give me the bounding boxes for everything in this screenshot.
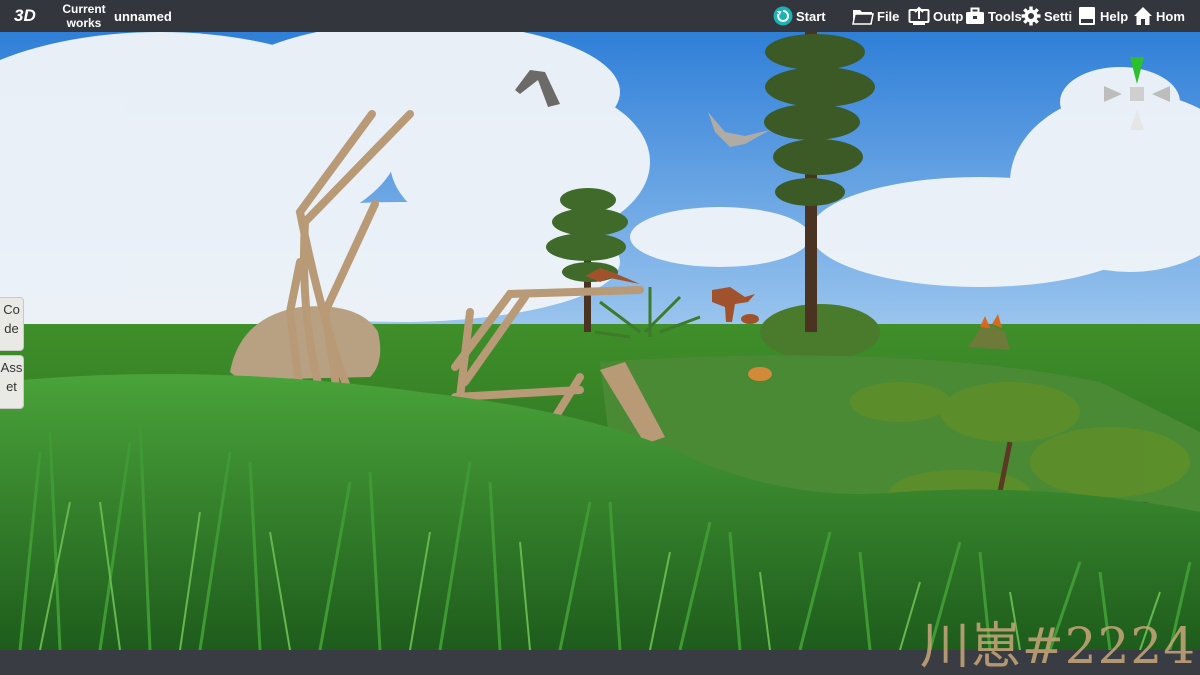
- start-button[interactable]: Start: [773, 4, 826, 28]
- book-icon: [1079, 7, 1095, 25]
- mode-label[interactable]: 3D: [14, 6, 36, 26]
- help-menu[interactable]: Help: [1077, 4, 1128, 28]
- file-menu[interactable]: File: [852, 4, 899, 28]
- gear-icon: [1021, 6, 1041, 26]
- tools-menu[interactable]: Tools: [965, 4, 1022, 28]
- 3d-viewport[interactable]: [0, 32, 1200, 650]
- watermark-text: 川崽#2224: [919, 617, 1196, 675]
- start-label: Start: [796, 8, 826, 24]
- settings-menu[interactable]: Setti: [1021, 4, 1072, 28]
- project-name[interactable]: unnamed: [114, 9, 172, 24]
- asset-tab[interactable]: Asset: [0, 355, 24, 409]
- home-label: Hom: [1156, 8, 1185, 24]
- file-label: File: [877, 8, 900, 24]
- current-works-label: Current works: [62, 2, 106, 30]
- code-tab[interactable]: Code: [0, 297, 24, 351]
- output-label: Outp: [933, 8, 964, 24]
- export-icon: [908, 6, 930, 25]
- home-menu[interactable]: Hom: [1133, 4, 1185, 28]
- output-menu[interactable]: Outp: [908, 4, 963, 28]
- settings-label: Setti: [1044, 8, 1073, 24]
- folder-icon: [852, 10, 874, 25]
- top-toolbar: 3D Current works unnamed Start File Outp: [0, 0, 1200, 32]
- toolbox-icon: [966, 7, 984, 24]
- home-icon: [1134, 7, 1152, 25]
- help-label: Help: [1100, 8, 1129, 24]
- start-icon: [773, 6, 793, 26]
- scene-render[interactable]: [0, 32, 1200, 650]
- tools-label: Tools: [988, 8, 1022, 24]
